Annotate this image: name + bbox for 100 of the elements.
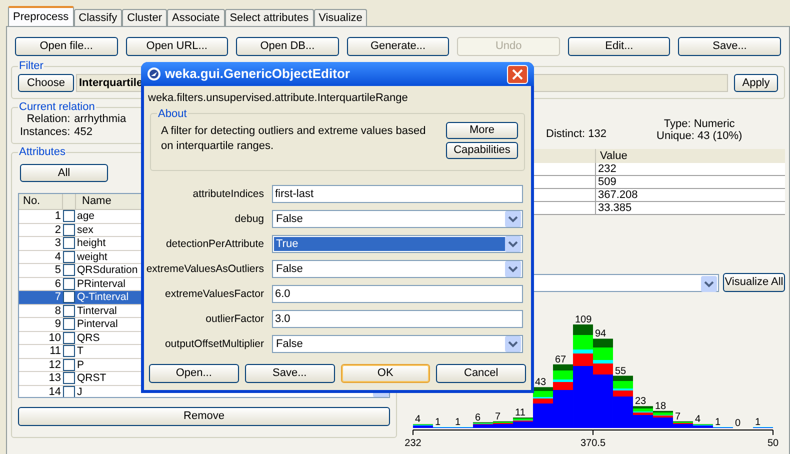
x-tick-label: 370.5 <box>580 438 606 448</box>
property-label: attributeIndices <box>192 187 264 201</box>
x-tick-label: 232 <box>404 438 422 448</box>
tab[interactable]: Visualize <box>314 9 368 26</box>
group-title: Filter <box>18 60 44 72</box>
about-description: A filter for detecting outliers and extreme values based on interquartile ranges. <box>160 124 427 154</box>
property-label: extremeValuesFactor <box>164 287 264 301</box>
toolbar-button[interactable]: Generate... <box>346 37 450 56</box>
dialog-button[interactable]: Open... <box>149 364 239 382</box>
row-number: 2 <box>54 224 62 236</box>
attribute-name: J <box>76 386 82 397</box>
bar-value-label: 55 <box>615 366 626 377</box>
instances-label: Instances: <box>20 126 70 139</box>
group-title: About <box>157 108 188 120</box>
row-checkbox[interactable] <box>63 318 75 330</box>
bar-value-label: 1 <box>455 417 461 428</box>
row-number: 1 <box>54 210 62 222</box>
row-checkbox[interactable] <box>63 386 75 397</box>
all-button[interactable]: All <box>20 164 108 182</box>
dialog-button[interactable]: Save... <box>244 364 334 382</box>
row-number: 14 <box>48 386 62 397</box>
toolbar-button[interactable]: Open URL... <box>126 37 228 56</box>
app-icon <box>147 67 161 81</box>
toolbar-button[interactable]: Open file... <box>15 37 118 56</box>
tab[interactable]: Classify <box>74 9 122 26</box>
bar-value-label: 4 <box>695 414 701 426</box>
row-checkbox[interactable] <box>63 278 75 290</box>
dialog-button[interactable]: Cancel <box>436 364 526 382</box>
row-checkbox[interactable] <box>63 345 75 357</box>
row-checkbox[interactable] <box>63 358 75 370</box>
bar-value-label: 18 <box>655 400 666 412</box>
visualize-all-button[interactable]: Visualize All <box>723 273 785 292</box>
property-dropdown[interactable]: False <box>272 210 523 228</box>
bar-value-label: 7 <box>495 411 501 422</box>
row-checkbox[interactable] <box>63 304 75 316</box>
filter-class-name: weka.filters.unsupervised.attribute.InterquartileRange <box>147 91 409 106</box>
toolbar-button[interactable]: Open DB... <box>236 37 339 56</box>
bar-value-label: 23 <box>635 396 646 408</box>
attribute-name: weight <box>76 250 108 263</box>
bar-value-label: 7 <box>675 411 681 422</box>
bar-value-label: 43 <box>535 377 546 388</box>
remove-button[interactable]: Remove <box>18 407 390 426</box>
property-label: outlierFactor <box>204 312 264 326</box>
property-label: outputOffsetMultiplier <box>164 337 264 351</box>
toolbar-button[interactable]: Save... <box>678 37 782 56</box>
row-checkbox[interactable] <box>63 372 75 384</box>
bar-value-label: 109 <box>575 314 592 326</box>
property-field[interactable]: first-last <box>272 185 523 203</box>
stat-value: 367.208 <box>597 189 639 201</box>
dropdown-value: False <box>275 212 304 226</box>
property-dropdown[interactable]: False <box>272 335 523 353</box>
row-checkbox[interactable] <box>63 332 75 344</box>
row-checkbox[interactable] <box>63 264 75 276</box>
dialog-button[interactable]: OK <box>340 364 430 382</box>
toolbar-button[interactable]: Edit... <box>568 37 670 56</box>
relation-name: arrhythmia <box>74 113 126 126</box>
property-field[interactable]: 6.0 <box>272 285 523 303</box>
bar-value-label: 1 <box>715 417 721 428</box>
column-header[interactable]: No. <box>19 194 63 209</box>
attribute-name: T <box>76 345 84 358</box>
attribute-name: QRST <box>76 372 106 384</box>
tab[interactable]: Preprocess <box>8 6 74 26</box>
choose-button[interactable]: Choose <box>18 74 74 92</box>
bar-value-label: 6 <box>475 412 481 424</box>
dropdown-value: True <box>274 237 505 251</box>
row-checkbox[interactable] <box>63 250 75 262</box>
distinct-count: Distinct: 132 <box>546 126 607 142</box>
about-button[interactable]: More <box>446 122 518 138</box>
attribute-name: Q-Tinterval <box>76 291 129 304</box>
row-number: 9 <box>54 318 62 330</box>
attribute-name: Pinterval <box>76 318 118 330</box>
tab[interactable]: Cluster <box>122 9 167 26</box>
row-number: 5 <box>54 264 62 276</box>
unique-count: Unique: 43 (10%) <box>656 130 742 142</box>
row-number: 7 <box>54 291 62 304</box>
bar-value-label: 0 <box>735 418 741 429</box>
row-checkbox[interactable] <box>63 237 75 249</box>
row-checkbox[interactable] <box>63 224 75 236</box>
row-number: 13 <box>48 372 62 384</box>
attribute-type: Type: Numeric <box>664 118 735 130</box>
attribute-name: P <box>76 358 84 371</box>
dialog-title: weka.gui.GenericObjectEditor <box>165 65 351 84</box>
group-title: Attributes <box>18 146 66 158</box>
group-title: Current relation <box>18 101 96 113</box>
property-label: extremeValuesAsOutliers <box>145 262 264 276</box>
row-checkbox[interactable] <box>63 291 75 303</box>
row-checkbox[interactable] <box>63 210 75 222</box>
tab[interactable]: Select attributes <box>224 9 314 26</box>
row-number: 10 <box>48 332 62 344</box>
dropdown-value: False <box>275 337 304 351</box>
about-button[interactable]: Capabilities <box>446 142 518 158</box>
bar-value-label: 94 <box>595 328 606 340</box>
instances-count: 452 <box>74 126 94 139</box>
column-header[interactable]: Value <box>596 149 632 163</box>
property-dropdown[interactable]: False <box>272 260 523 278</box>
apply-button[interactable]: Apply <box>734 74 778 92</box>
tab[interactable]: Associate <box>167 9 225 26</box>
property-field[interactable]: 3.0 <box>272 310 523 328</box>
property-dropdown[interactable]: True <box>272 235 523 253</box>
close-button[interactable] <box>507 64 528 84</box>
